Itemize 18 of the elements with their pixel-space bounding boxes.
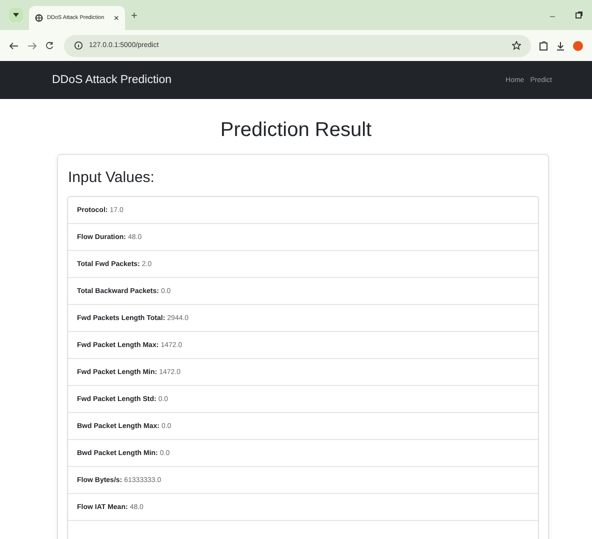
download-icon[interactable]	[556, 40, 565, 50]
forward-icon[interactable]	[27, 42, 37, 50]
tab-list-button[interactable]	[9, 8, 23, 22]
close-tab-button[interactable]: ×	[114, 13, 119, 23]
restore-icon[interactable]	[575, 11, 583, 19]
star-icon[interactable]	[512, 41, 521, 50]
new-tab-button[interactable]: +	[131, 10, 138, 22]
globe-icon	[35, 14, 43, 22]
reload-icon[interactable]	[45, 41, 54, 50]
caret-icon	[13, 13, 19, 17]
card-title: Input Values:	[68, 169, 156, 186]
brand-link[interactable]: DDoS Attack Prediction	[52, 74, 172, 86]
profile-icon[interactable]	[573, 40, 583, 50]
back-icon[interactable]	[9, 42, 19, 50]
info-icon	[74, 41, 83, 50]
extension-icon[interactable]	[539, 40, 548, 50]
minimize-button[interactable]: –	[550, 11, 555, 21]
page-heading: Prediction Result	[219, 119, 373, 142]
